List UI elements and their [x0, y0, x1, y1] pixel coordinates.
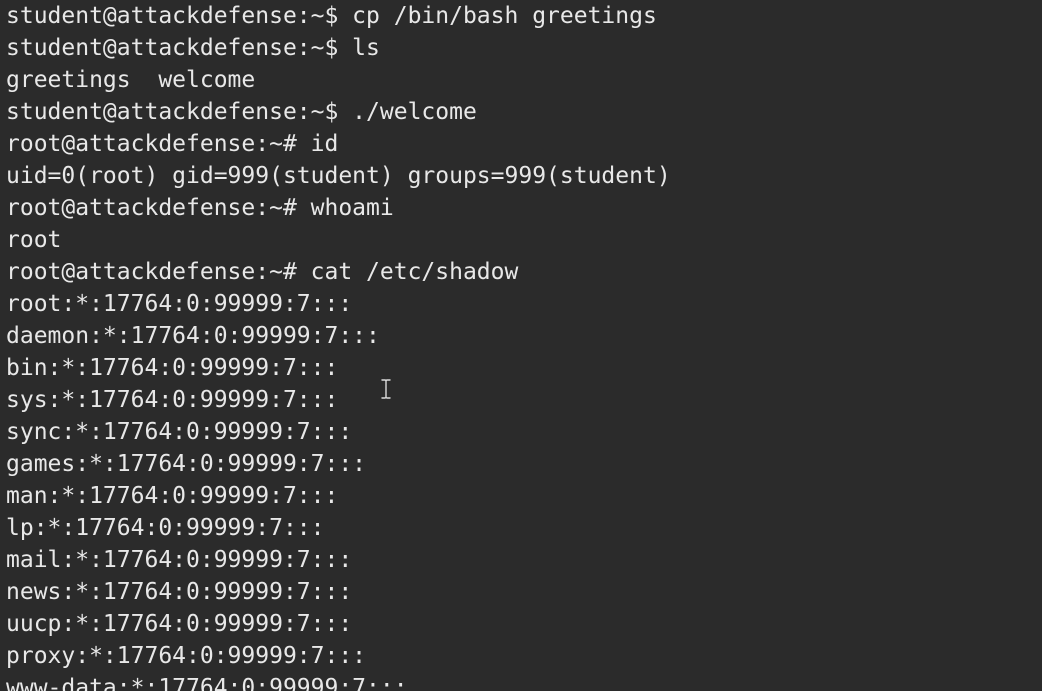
terminal-window[interactable]: student@attackdefense:~$ cp /bin/bash gr…	[0, 0, 1042, 691]
terminal-line: news:*:17764:0:99999:7:::	[6, 579, 353, 605]
terminal-line: root@attackdefense:~# id	[6, 131, 339, 157]
terminal-line: sync:*:17764:0:99999:7:::	[6, 419, 353, 445]
terminal-line: proxy:*:17764:0:99999:7:::	[6, 643, 367, 669]
terminal-line: greetings welcome	[6, 67, 256, 93]
terminal-line: sys:*:17764:0:99999:7:::	[6, 387, 339, 413]
terminal-line: root@attackdefense:~# whoami	[6, 195, 394, 221]
terminal-output[interactable]: student@attackdefense:~$ cp /bin/bash gr…	[6, 0, 671, 691]
terminal-line: uucp:*:17764:0:99999:7:::	[6, 611, 353, 637]
terminal-line: lp:*:17764:0:99999:7:::	[6, 515, 325, 541]
terminal-line: daemon:*:17764:0:99999:7:::	[6, 323, 380, 349]
terminal-line: root	[6, 227, 62, 253]
terminal-line: root@attackdefense:~# cat /etc/shadow	[6, 259, 519, 285]
terminal-line: mail:*:17764:0:99999:7:::	[6, 547, 353, 573]
terminal-line: student@attackdefense:~$ ls	[6, 35, 380, 61]
terminal-line: bin:*:17764:0:99999:7:::	[6, 355, 339, 381]
terminal-line: root:*:17764:0:99999:7:::	[6, 291, 353, 317]
terminal-line: man:*:17764:0:99999:7:::	[6, 483, 339, 509]
text-ibeam-cursor-icon	[381, 379, 391, 399]
terminal-line: student@attackdefense:~$ cp /bin/bash gr…	[6, 3, 657, 29]
terminal-line: uid=0(root) gid=999(student) groups=999(…	[6, 163, 671, 189]
terminal-line: student@attackdefense:~$ ./welcome	[6, 99, 477, 125]
terminal-line: www-data:*:17764:0:99999:7:::	[6, 675, 408, 691]
terminal-line: games:*:17764:0:99999:7:::	[6, 451, 367, 477]
